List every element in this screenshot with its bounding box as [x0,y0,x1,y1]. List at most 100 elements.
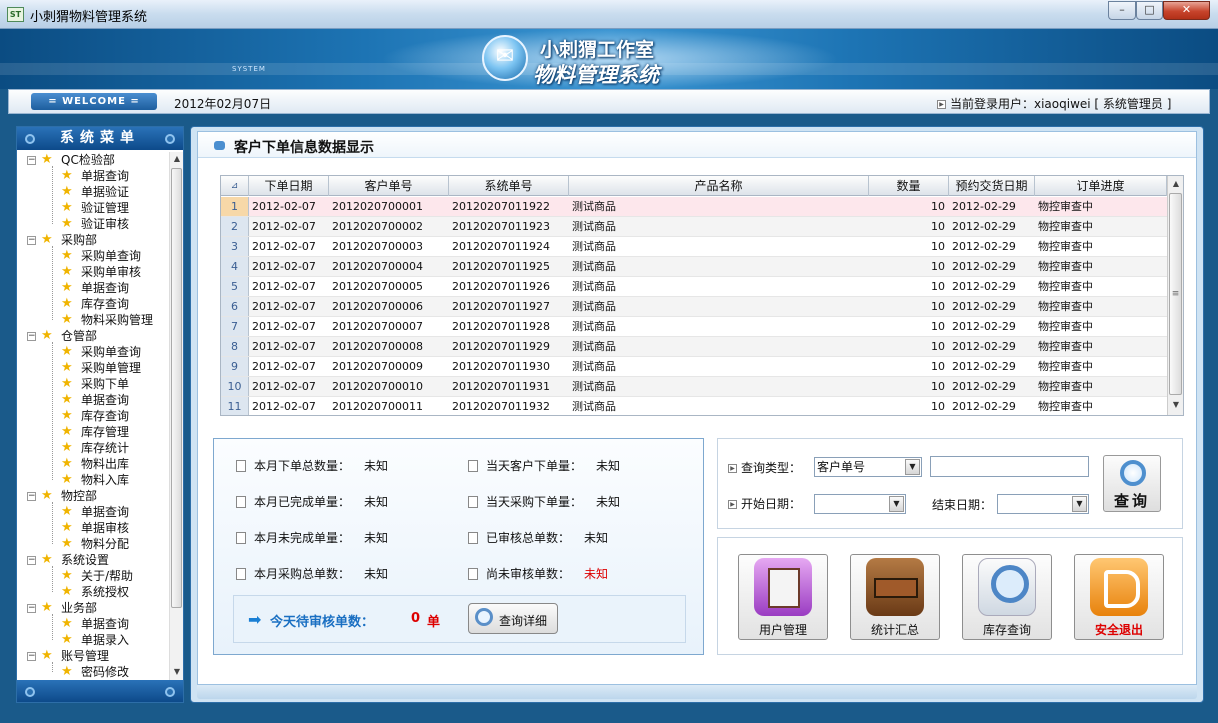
menu-item[interactable]: ★ 采购单管理 [17,360,169,376]
end-date-select[interactable]: ▼ [997,494,1089,514]
table-row[interactable]: 3 2012-02-07 2012020700003 20120207011924 测试… [221,237,1167,257]
menu-group[interactable]: − ★ 业务部 [17,600,169,616]
table-cell: 物控审查中 [1038,240,1093,253]
scroll-down-icon[interactable]: ▼ [1169,398,1183,412]
table-row[interactable]: 6 2012-02-07 2012020700006 20120207011927 测试… [221,297,1167,317]
table-cell: 10 [931,340,945,353]
menu-group-label: 业务部 [61,601,98,615]
menu-group[interactable]: − ★ 物控部 [17,488,169,504]
star-icon: ★ [61,616,73,631]
panel-footer [197,685,1197,699]
menu-item[interactable]: ★ 采购单查询 [17,248,169,264]
table-row[interactable]: 8 2012-02-07 2012020700008 20120207011929 测试… [221,337,1167,357]
menu-item[interactable]: ★ 物料分配 [17,536,169,552]
menu-item[interactable]: ★ 库存查询 [17,296,169,312]
row-number: 7 [221,317,249,336]
menu-item[interactable]: ★ 单据查询 [17,280,169,296]
table-row[interactable]: 5 2012-02-07 2012020700005 20120207011926 测试… [221,277,1167,297]
safe-exit-button[interactable]: 安全退出 [1074,554,1164,640]
close-button[interactable]: ✕ [1163,1,1210,20]
user-management-button[interactable]: 用户管理 [738,554,828,640]
grid-scrollbar[interactable]: ▲ ≡ ▼ [1167,176,1183,415]
start-date-select[interactable]: ▼ [814,494,906,514]
table-row[interactable]: 11 2012-02-07 2012020700011 20120207011932 测… [221,397,1167,415]
column-header[interactable]: 客户单号 [329,176,449,196]
menu-item-label: 密码修改 [81,665,130,679]
menu-item[interactable]: ★ 单据录入 [17,632,169,648]
collapse-icon[interactable]: − [27,604,36,613]
menu-group[interactable]: − ★ 账号管理 [17,648,169,664]
menu-item[interactable]: ★ 采购单查询 [17,344,169,360]
grid-scroll-thumb[interactable]: ≡ [1169,193,1182,395]
minimize-button[interactable]: – [1108,1,1136,20]
collapse-icon[interactable]: − [27,652,36,661]
menu-group[interactable]: − ★ 仓管部 [17,328,169,344]
column-header[interactable]: 系统单号 [449,176,569,196]
menu-scroll-thumb[interactable] [171,168,182,608]
menu-item[interactable]: ★ 物料出库 [17,456,169,472]
stat-item: 当天客户下单量： 未知 [468,457,620,474]
menu-scrollbar[interactable]: ▲ ▼ [169,152,183,680]
panel-header: 客户下单信息数据显示 [198,132,1196,158]
chevron-down-icon[interactable]: ▼ [1072,496,1087,512]
collapse-icon[interactable]: − [27,156,36,165]
menu-item[interactable]: ★ 验证管理 [17,200,169,216]
menu-item[interactable]: ★ 物料入库 [17,472,169,488]
column-header[interactable]: 产品名称 [569,176,869,196]
menu-item[interactable]: ★ 单据验证 [17,184,169,200]
start-date-text: 开始日期： [741,497,802,511]
table-cell: 2012-02-29 [952,300,1016,313]
menu-item[interactable]: ★ 单据审核 [17,520,169,536]
collapse-icon[interactable]: − [27,556,36,565]
menu-item[interactable]: ★ 库存统计 [17,440,169,456]
collapse-icon[interactable]: − [27,332,36,341]
collapse-icon[interactable]: − [27,492,36,501]
table-row[interactable]: 1 2012-02-07 2012020700001 20120207011922 测试… [221,197,1167,217]
table-row[interactable]: 10 2012-02-07 2012020700010 20120207011931 测… [221,377,1167,397]
menu-item[interactable]: ★ 物料采购管理 [17,312,169,328]
table-row[interactable]: 7 2012-02-07 2012020700007 20120207011928 测试… [221,317,1167,337]
query-type-select[interactable]: 客户单号 ▼ [814,457,922,477]
grid-header: ⊿ 下单日期 客户单号 系统单号 产品名称 数量 预约交货日期 订单进度 [221,176,1167,196]
menu-item[interactable]: ★ 单据查询 [17,504,169,520]
menu-item[interactable]: ★ 系统授权 [17,584,169,600]
select-all-icon[interactable]: ⊿ [221,176,249,196]
chevron-down-icon[interactable]: ▼ [889,496,904,512]
system-menu-footer [17,680,183,702]
menu-item[interactable]: ★ 密码修改 [17,664,169,680]
query-detail-button[interactable]: 查询详细 [468,603,558,634]
column-header[interactable]: 下单日期 [249,176,329,196]
menu-item[interactable]: ★ 单据查询 [17,616,169,632]
column-header[interactable]: 数量 [869,176,949,196]
table-row[interactable]: 2 2012-02-07 2012020700002 20120207011923 测试… [221,217,1167,237]
column-header[interactable]: 订单进度 [1035,176,1167,196]
table-row[interactable]: 9 2012-02-07 2012020700009 20120207011930 测试… [221,357,1167,377]
menu-group[interactable]: − ★ 采购部 [17,232,169,248]
query-button[interactable]: 查询 [1103,455,1161,512]
stock-query-label: 库存查询 [982,623,1031,637]
column-header[interactable]: 预约交货日期 [949,176,1035,196]
scroll-up-icon[interactable]: ▲ [170,152,184,166]
stat-value: 未知 [584,567,609,581]
menu-item[interactable]: ★ 单据查询 [17,392,169,408]
collapse-icon[interactable]: − [27,236,36,245]
menu-item[interactable]: ★ 关于/帮助 [17,568,169,584]
menu-group[interactable]: − ★ 系统设置 [17,552,169,568]
statistics-button[interactable]: 统计汇总 [850,554,940,640]
table-cell: 2012020700003 [332,240,423,253]
maximize-button[interactable]: □ [1136,1,1163,20]
menu-item[interactable]: ★ 单据查询 [17,168,169,184]
menu-item[interactable]: ★ 采购单审核 [17,264,169,280]
table-row[interactable]: 4 2012-02-07 2012020700004 20120207011925 测试… [221,257,1167,277]
menu-item[interactable]: ★ 验证审核 [17,216,169,232]
scroll-down-icon[interactable]: ▼ [170,665,184,679]
menu-item[interactable]: ★ 库存管理 [17,424,169,440]
query-input[interactable] [930,456,1089,477]
chevron-down-icon[interactable]: ▼ [905,459,920,475]
menu-item[interactable]: ★ 库存查询 [17,408,169,424]
menu-item[interactable]: ★ 采购下单 [17,376,169,392]
scroll-up-icon[interactable]: ▲ [1169,177,1183,191]
stock-query-button[interactable]: 库存查询 [962,554,1052,640]
menu-group[interactable]: − ★ QC检验部 [17,152,169,168]
stat-label: 本月采购总单数： [254,567,351,581]
